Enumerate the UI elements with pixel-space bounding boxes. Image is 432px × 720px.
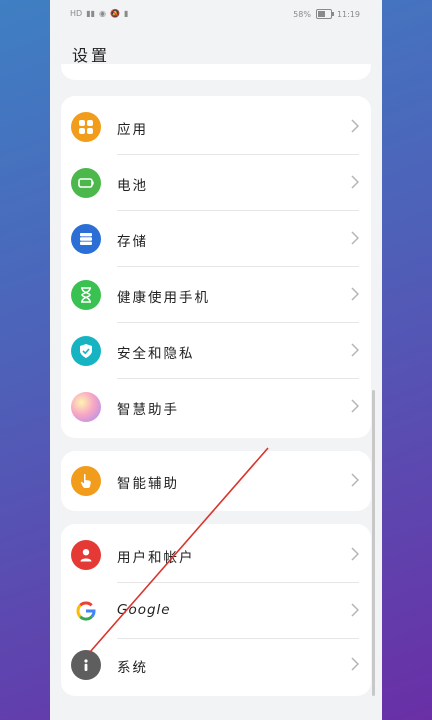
user-icon bbox=[71, 540, 101, 570]
chevron-right-icon bbox=[351, 175, 359, 189]
settings-item-label: 用户和帐户 bbox=[117, 550, 195, 566]
settings-item-accessibility[interactable]: 智能辅助 bbox=[61, 453, 371, 509]
settings-item-google[interactable]: Google bbox=[61, 583, 371, 639]
settings-item-security[interactable]: 安全和隐私 bbox=[61, 323, 371, 379]
settings-item-battery[interactable]: 电池 bbox=[61, 155, 371, 211]
battery-icon bbox=[315, 9, 334, 19]
apps-icon bbox=[71, 112, 101, 142]
info-icon bbox=[71, 650, 101, 680]
battery-percent: 58% bbox=[293, 9, 311, 19]
page-title: 设置 bbox=[72, 46, 111, 65]
settings-item-storage[interactable]: 存储 bbox=[61, 211, 371, 267]
settings-item-system[interactable]: 系统 bbox=[61, 637, 371, 693]
assistant-icon bbox=[71, 392, 101, 422]
status-bar: HD ▮▮ ◉ 🔕 ▮ 58% 11:19 bbox=[50, 0, 382, 28]
chevron-right-icon bbox=[351, 343, 359, 357]
settings-item-label: 安全和隐私 bbox=[117, 346, 195, 362]
settings-item-accounts[interactable]: 用户和帐户 bbox=[61, 527, 371, 583]
settings-item-label: Google bbox=[117, 602, 171, 618]
sim-icon: ▮ bbox=[123, 9, 129, 18]
scrollbar[interactable] bbox=[372, 390, 375, 696]
settings-group-1: 应用 电池 存储 健康使用手机 安全和隐私 智慧助手 bbox=[61, 96, 371, 438]
signal-icon: ▮▮ bbox=[86, 9, 95, 18]
settings-item-label: 电池 bbox=[117, 178, 148, 194]
hd-icon: HD bbox=[70, 9, 83, 18]
chevron-right-icon bbox=[351, 399, 359, 413]
settings-item-label: 智能辅助 bbox=[117, 476, 179, 492]
eye-icon: ◉ bbox=[99, 9, 106, 18]
settings-item-label: 智慧助手 bbox=[117, 402, 179, 418]
chevron-right-icon bbox=[351, 287, 359, 301]
settings-screen: HD ▮▮ ◉ 🔕 ▮ 58% 11:19 设置 应用 电池 存储 健康使用手机… bbox=[50, 0, 382, 720]
chevron-right-icon bbox=[351, 119, 359, 133]
chevron-right-icon bbox=[351, 657, 359, 671]
chevron-right-icon bbox=[351, 231, 359, 245]
shield-icon bbox=[71, 336, 101, 366]
settings-group-2: 智能辅助 bbox=[61, 451, 371, 511]
previous-card bbox=[61, 64, 371, 80]
settings-item-label: 应用 bbox=[117, 122, 148, 138]
settings-item-label: 存储 bbox=[117, 234, 148, 250]
clock: 11:19 bbox=[336, 9, 360, 19]
chevron-right-icon bbox=[351, 603, 359, 617]
settings-item-digital-balance[interactable]: 健康使用手机 bbox=[61, 267, 371, 323]
settings-item-apps[interactable]: 应用 bbox=[61, 99, 371, 155]
storage-icon bbox=[71, 224, 101, 254]
hand-icon bbox=[71, 466, 101, 496]
chevron-right-icon bbox=[351, 547, 359, 561]
battery-icon bbox=[71, 168, 101, 198]
mute-icon: 🔕 bbox=[109, 9, 120, 18]
settings-group-3: 用户和帐户 Google 系统 bbox=[61, 524, 371, 696]
chevron-right-icon bbox=[351, 473, 359, 487]
settings-item-assistant[interactable]: 智慧助手 bbox=[61, 379, 371, 435]
google-icon bbox=[71, 596, 101, 626]
hourglass-icon bbox=[71, 280, 101, 310]
settings-item-label: 系统 bbox=[117, 660, 148, 676]
settings-item-label: 健康使用手机 bbox=[117, 290, 210, 306]
